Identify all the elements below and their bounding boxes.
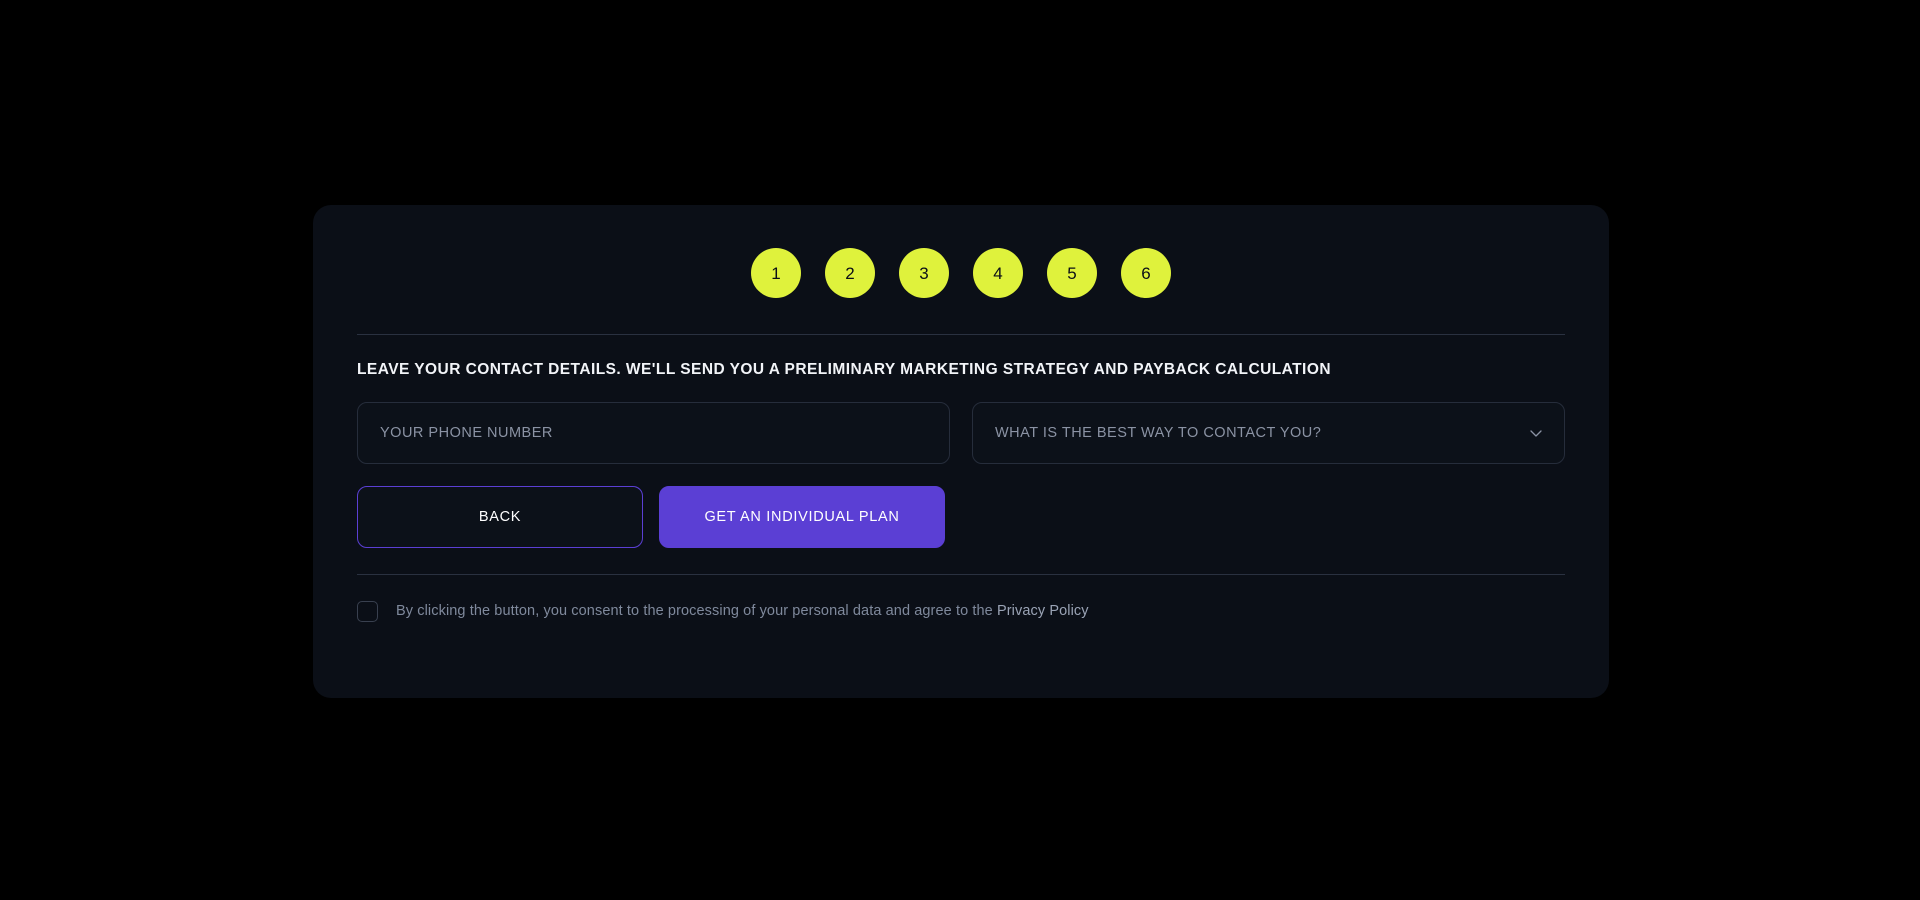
consent-text: By clicking the button, you consent to t… (396, 603, 1089, 619)
form-fields-row: YOUR PHONE NUMBER WHAT IS THE BEST WAY T… (357, 401, 1565, 464)
phone-number-field[interactable]: YOUR PHONE NUMBER (357, 401, 950, 464)
consent-checkbox[interactable] (357, 600, 378, 622)
step-indicator-1[interactable]: 1 (751, 248, 801, 298)
back-button[interactable]: BACK (357, 485, 643, 548)
privacy-policy-link[interactable]: Privacy Policy (997, 603, 1089, 619)
step-indicator-5-label: 5 (1067, 263, 1077, 283)
quiz-card: 1 2 3 4 5 6 LEAVE YOUR CONTACT DETAILS. … (313, 205, 1609, 698)
chevron-down-icon (1528, 425, 1544, 441)
divider-top (357, 334, 1565, 335)
step-indicator-list: 1 2 3 4 5 6 (313, 205, 1609, 298)
step-indicator-2[interactable]: 2 (825, 248, 875, 298)
submit-button[interactable]: GET AN INDIVIDUAL PLAN (659, 485, 945, 548)
contact-method-placeholder: WHAT IS THE BEST WAY TO CONTACT YOU? (995, 424, 1322, 441)
phone-number-placeholder: YOUR PHONE NUMBER (380, 424, 553, 441)
back-button-label: BACK (478, 508, 522, 525)
step-indicator-6[interactable]: 6 (1121, 248, 1171, 298)
step-indicator-5[interactable]: 5 (1047, 248, 1097, 298)
step-indicator-6-label: 6 (1141, 263, 1151, 283)
divider-bottom (357, 573, 1565, 575)
step-indicator-4[interactable]: 4 (973, 248, 1023, 298)
step-indicator-3-label: 3 (919, 263, 929, 283)
contact-method-select[interactable]: WHAT IS THE BEST WAY TO CONTACT YOU? (972, 401, 1565, 464)
step-indicator-3[interactable]: 3 (899, 248, 949, 298)
step-indicator-4-label: 4 (993, 263, 1003, 283)
step-indicator-2-label: 2 (845, 263, 855, 283)
submit-button-label: GET AN INDIVIDUAL PLAN (704, 508, 900, 525)
consent-text-body: By clicking the button, you consent to t… (396, 603, 997, 620)
form-heading: LEAVE YOUR CONTACT DETAILS. WE'LL SEND Y… (357, 361, 1331, 378)
step-indicator-1-label: 1 (771, 263, 781, 283)
form-buttons-row: BACK GET AN INDIVIDUAL PLAN (357, 485, 1565, 548)
consent-row: By clicking the button, you consent to t… (357, 600, 1565, 622)
page-root: 1 2 3 4 5 6 LEAVE YOUR CONTACT DETAILS. … (0, 0, 1920, 900)
